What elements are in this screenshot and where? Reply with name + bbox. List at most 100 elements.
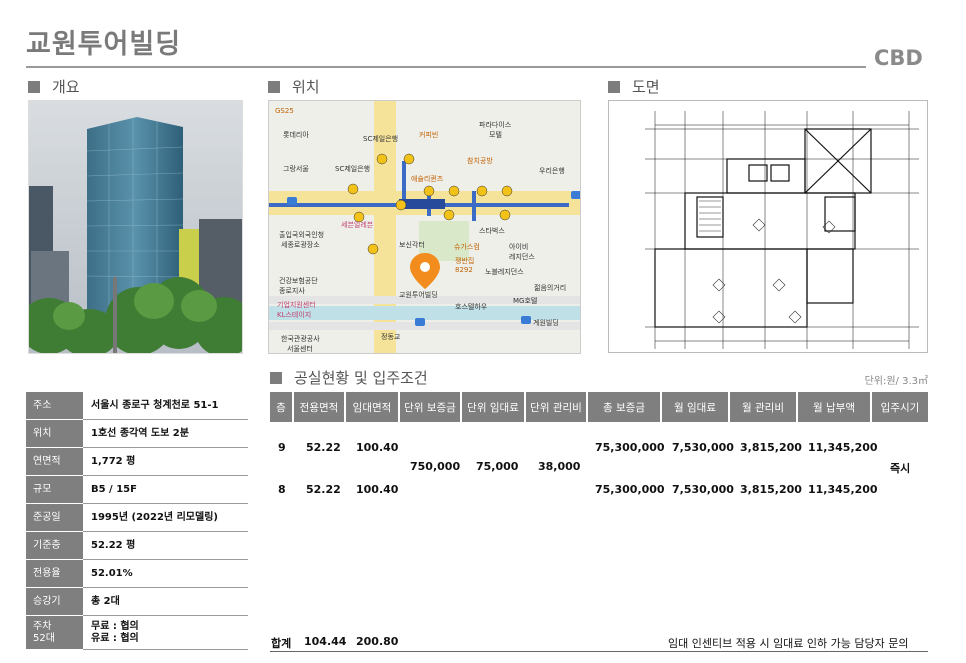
info-key: 위치 <box>26 420 83 448</box>
section-square-icon <box>268 80 280 93</box>
info-row-typical-floor: 기준층 52.22 평 <box>26 532 248 560</box>
info-row-completion: 준공일 1995년 (2022년 리모델링) <box>26 504 248 532</box>
table-cell-unit-deposit: 750,000 <box>410 460 461 473</box>
svg-text:그랑서울: 그랑서울 <box>283 164 309 173</box>
svg-text:SC제일은행: SC제일은행 <box>335 164 370 173</box>
title-divider <box>26 66 866 68</box>
section-floorplan: 도면 <box>608 76 660 97</box>
svg-text:참치공방: 참치공방 <box>467 156 493 165</box>
vacancy-table-body: 9 52.22 100.40 75,300,000 7,530,000 3,81… <box>270 422 928 652</box>
table-total-lease: 200.80 <box>356 635 399 648</box>
svg-text:기업지원센터: 기업지원센터 <box>277 300 316 309</box>
table-cell-deposit-total: 75,300,000 <box>595 483 665 496</box>
svg-text:8292: 8292 <box>455 266 473 274</box>
svg-text:교원투어빌딩: 교원투어빌딩 <box>399 290 438 299</box>
building-info-table: 주소 서울시 종로구 청계천로 51-1 위치 1호선 종각역 도보 2분 연면… <box>26 392 248 650</box>
table-cell-floor: 8 <box>278 483 286 496</box>
table-cell-deposit-total: 75,300,000 <box>595 441 665 454</box>
svg-text:정동교: 정동교 <box>381 332 401 341</box>
table-cell-mgmt-monthly: 3,815,200 <box>740 441 802 454</box>
info-key: 준공일 <box>26 504 83 532</box>
table-total-label: 합계 <box>271 637 292 650</box>
table-cell-rent-monthly: 7,530,000 <box>672 441 734 454</box>
col-header: 월 관리비 <box>730 392 798 422</box>
info-row-scale: 규모 B5 / 15F <box>26 476 248 504</box>
info-key: 규모 <box>26 476 83 504</box>
info-value: B5 / 15F <box>83 476 248 504</box>
info-value: 1,772 평 <box>83 448 248 476</box>
table-cell-mgmt-monthly: 3,815,200 <box>740 483 802 496</box>
svg-text:MG호텔: MG호텔 <box>513 297 537 305</box>
table-cell-rent-monthly: 7,530,000 <box>672 483 734 496</box>
svg-text:우리은행: 우리은행 <box>539 166 565 175</box>
section-floorplan-label: 도면 <box>632 78 660 96</box>
info-row-efficiency: 전용율 52.01% <box>26 560 248 588</box>
svg-text:서울센터: 서울센터 <box>287 344 313 353</box>
section-location: 위치 <box>268 76 320 97</box>
table-cell-payment-monthly: 11,345,200 <box>808 483 878 496</box>
col-header: 단위 임대료 <box>462 392 526 422</box>
svg-text:종로지사: 종로지사 <box>279 286 305 295</box>
building-title: 교원투어빌딩 <box>26 29 182 60</box>
info-value: 무료 : 협의 유료 : 협의 <box>83 616 248 650</box>
svg-text:노블레지던스: 노블레지던스 <box>485 267 524 276</box>
unit-note: 단위:원/ 3.3㎡ <box>864 376 928 387</box>
col-header: 월 임대료 <box>662 392 730 422</box>
table-cell-payment-monthly: 11,345,200 <box>808 441 878 454</box>
col-header: 층 <box>270 392 294 422</box>
svg-text:애슐리퀸즈: 애슐리퀸즈 <box>411 174 444 183</box>
info-value: 52.01% <box>83 560 248 588</box>
svg-text:모텔: 모텔 <box>489 131 502 139</box>
svg-text:세븐일레븐: 세븐일레븐 <box>341 220 374 229</box>
info-key: 연면적 <box>26 448 83 476</box>
col-header: 단위 보증금 <box>400 392 462 422</box>
info-row-gross-area: 연면적 1,772 평 <box>26 448 248 476</box>
svg-text:계원빌딩: 계원빌딩 <box>533 318 559 327</box>
info-key: 승강기 <box>26 588 83 616</box>
table-cell-lease: 100.40 <box>356 483 399 496</box>
info-key: 전용율 <box>26 560 83 588</box>
svg-text:GS25: GS25 <box>275 107 294 115</box>
info-value: 총 2대 <box>83 588 248 616</box>
svg-text:세종로광장소: 세종로광장소 <box>281 240 320 249</box>
svg-text:젊음의거리: 젊음의거리 <box>534 283 566 292</box>
table-cell-exclusive: 52.22 <box>306 483 341 496</box>
floor-plan-drawing <box>608 100 928 353</box>
info-row-parking: 주차 52대 무료 : 협의 유료 : 협의 <box>26 616 248 650</box>
svg-text:레지던스: 레지던스 <box>509 252 535 261</box>
svg-text:스타벅스: 스타벅스 <box>479 226 505 235</box>
col-header: 임대면적 <box>346 392 400 422</box>
table-cell-move-in: 즉시 <box>890 462 911 475</box>
info-value: 1호선 종각역 도보 2분 <box>83 420 248 448</box>
location-map[interactable]: GS25 롯데리아 SC제일은행 그랑서울 SC제일은행 커피빈 파라다이스 모… <box>268 100 581 354</box>
svg-text:KL스테이지: KL스테이지 <box>277 310 311 319</box>
info-key: 기준층 <box>26 532 83 560</box>
svg-text:슈가스컴: 슈가스컴 <box>454 242 480 251</box>
info-row-elevator: 승강기 총 2대 <box>26 588 248 616</box>
info-key: 주차 52대 <box>26 616 83 650</box>
svg-text:롯데리아: 롯데리아 <box>283 130 309 139</box>
svg-text:SC제일은행: SC제일은행 <box>363 134 398 143</box>
info-value: 52.22 평 <box>83 532 248 560</box>
section-square-icon <box>28 80 40 93</box>
info-key: 주소 <box>26 392 83 420</box>
section-vacancy-label: 공실현황 및 입주조건 <box>294 369 428 387</box>
table-note: 임대 인센티브 적용 시 임대료 인하 가능 담당자 문의 <box>668 637 909 650</box>
col-header: 월 납부액 <box>798 392 872 422</box>
section-vacancy: 공실현황 및 입주조건 <box>270 367 428 388</box>
info-row-address: 주소 서울시 종로구 청계천로 51-1 <box>26 392 248 420</box>
section-overview-label: 개요 <box>52 78 80 96</box>
svg-text:보신각터: 보신각터 <box>399 240 425 249</box>
table-cell-lease: 100.40 <box>356 441 399 454</box>
section-square-icon <box>608 80 620 93</box>
info-value: 서울시 종로구 청계천로 51-1 <box>83 392 248 420</box>
svg-text:아이비: 아이비 <box>509 242 528 251</box>
table-total-exclusive: 104.44 <box>304 635 347 648</box>
vacancy-table-header: 층 전용면적 임대면적 단위 보증금 단위 임대료 단위 관리비 총 보증금 월… <box>270 392 928 422</box>
svg-text:출입국외국인청: 출입국외국인청 <box>279 230 324 239</box>
svg-text:한국관광공사: 한국관광공사 <box>281 334 320 343</box>
svg-text:커피빈: 커피빈 <box>419 130 438 139</box>
col-header: 입주시기 <box>872 392 928 422</box>
building-photo <box>28 100 243 354</box>
col-header: 총 보증금 <box>588 392 662 422</box>
